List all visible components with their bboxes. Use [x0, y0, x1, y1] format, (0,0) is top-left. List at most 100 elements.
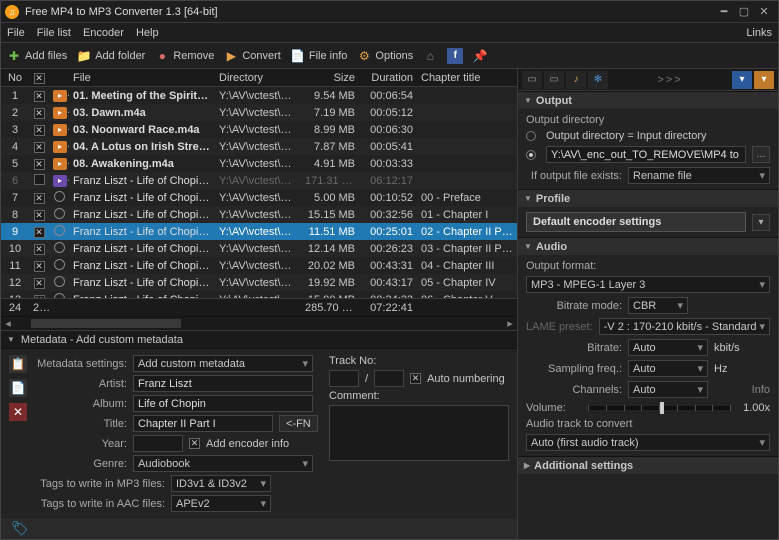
info-link[interactable]: Info: [752, 384, 770, 396]
channels-select[interactable]: Auto: [628, 381, 708, 398]
options-button[interactable]: ⚙Options: [357, 49, 413, 63]
paste-icon[interactable]: 📄: [9, 379, 27, 397]
row-checkbox[interactable]: [34, 278, 45, 289]
close-button[interactable]: ✕: [754, 4, 774, 20]
row-checkbox[interactable]: [34, 108, 45, 119]
scroll-right-icon[interactable]: ▸: [503, 317, 517, 331]
menu-file[interactable]: File: [7, 27, 25, 39]
home-button[interactable]: ⌂: [423, 49, 437, 63]
profile-menu-button[interactable]: ▾: [752, 214, 770, 231]
audio-section-header[interactable]: ▼Audio: [518, 237, 778, 255]
fn-button[interactable]: <-FN: [279, 415, 318, 432]
genre-select[interactable]: Audiobook: [133, 455, 313, 472]
artist-input[interactable]: [133, 375, 313, 392]
volume-slider[interactable]: [588, 406, 731, 410]
table-row[interactable]: 10Franz Liszt - Life of Chopin.m4bY:\AV\…: [1, 240, 517, 257]
panel-btn-orange[interactable]: ▾: [754, 71, 774, 89]
bitrate-mode-select[interactable]: CBR: [628, 297, 688, 314]
row-checkbox[interactable]: [34, 174, 45, 185]
col-check[interactable]: [29, 72, 49, 84]
file-list[interactable]: 1▸01. Meeting of the Spirits.m4aY:\AV\vc…: [1, 87, 517, 298]
row-checkbox[interactable]: [34, 159, 45, 170]
metadata-settings-select[interactable]: Add custom metadata: [133, 355, 313, 372]
col-file[interactable]: File: [69, 72, 215, 84]
custom-dir-radio[interactable]: [526, 150, 536, 160]
music-icon[interactable]: ♪: [566, 71, 586, 89]
album-input[interactable]: [133, 395, 313, 412]
mp3-tags-select[interactable]: ID3v1 & ID3v2: [171, 475, 271, 492]
minimize-button[interactable]: ━: [714, 4, 734, 20]
panel-btn-1[interactable]: ▭: [522, 71, 542, 89]
table-row[interactable]: 4▸04. A Lotus on Irish Streams.m4aY:\AV\…: [1, 138, 517, 155]
remove-button[interactable]: ●Remove: [155, 49, 214, 63]
scroll-left-icon[interactable]: ◂: [1, 317, 15, 331]
settings-icon[interactable]: ✻: [588, 71, 608, 89]
row-checkbox[interactable]: [34, 244, 45, 255]
col-dur[interactable]: Duration: [359, 72, 417, 84]
aac-tags-select[interactable]: APEv2: [171, 495, 271, 512]
browse-button[interactable]: …: [752, 146, 770, 163]
table-row[interactable]: 11Franz Liszt - Life of Chopin.m4bY:\AV\…: [1, 257, 517, 274]
row-checkbox[interactable]: [34, 142, 45, 153]
table-row[interactable]: 6▸Franz Liszt - Life of Chopin.m4bY:\AV\…: [1, 172, 517, 189]
table-row[interactable]: 2▸03. Dawn.m4aY:\AV\vctest\m4a7.19 MB00:…: [1, 104, 517, 121]
title-input[interactable]: [133, 415, 273, 432]
table-row[interactable]: 13Franz Liszt - Life of Chopin.m4bY:\AV\…: [1, 291, 517, 298]
profile-section-header[interactable]: ▼Profile: [518, 189, 778, 207]
menu-help[interactable]: Help: [136, 27, 159, 39]
table-row[interactable]: 5▸08. Awakening.m4aY:\AV\vctest\m4a4.91 …: [1, 155, 517, 172]
metadata-header[interactable]: ▼ Metadata - Add custom metadata: [1, 330, 517, 349]
row-checkbox[interactable]: [34, 210, 45, 221]
panel-btn-2[interactable]: ▭: [544, 71, 564, 89]
menu-encoder[interactable]: Encoder: [83, 27, 124, 39]
convert-button[interactable]: ▶Convert: [224, 49, 281, 63]
facebook-button[interactable]: f: [447, 48, 463, 64]
comment-textarea[interactable]: [329, 405, 509, 461]
audio-track-select[interactable]: Auto (first audio track): [526, 434, 770, 451]
tag-icon[interactable]: 🏷: [7, 516, 33, 539]
row-checkbox[interactable]: [34, 91, 45, 102]
bitrate-select[interactable]: Auto: [628, 339, 708, 356]
table-row[interactable]: 1▸01. Meeting of the Spirits.m4aY:\AV\vc…: [1, 87, 517, 104]
fileinfo-button[interactable]: 📄File info: [291, 49, 348, 63]
output-dir-input[interactable]: [546, 146, 746, 163]
row-checkbox[interactable]: [34, 261, 45, 272]
file-exists-select[interactable]: Rename file: [628, 167, 770, 184]
row-checkbox[interactable]: [34, 125, 45, 136]
pin-button[interactable]: 📌: [473, 49, 487, 63]
year-input[interactable]: [133, 435, 183, 452]
col-dir[interactable]: Directory: [215, 72, 301, 84]
table-row[interactable]: 8Franz Liszt - Life of Chopin.m4bY:\AV\v…: [1, 206, 517, 223]
clear-icon[interactable]: ✕: [9, 403, 27, 421]
table-row[interactable]: 12Franz Liszt - Life of Chopin.m4bY:\AV\…: [1, 274, 517, 291]
auto-numbering-checkbox[interactable]: [410, 373, 421, 384]
output-section-header[interactable]: ▼Output: [518, 91, 778, 109]
additional-section-header[interactable]: ▶Additional settings: [518, 456, 778, 474]
col-no[interactable]: No: [1, 72, 29, 84]
copy-icon[interactable]: 📋: [9, 355, 27, 373]
track-total-input[interactable]: [374, 370, 404, 387]
col-size[interactable]: Size: [301, 72, 359, 84]
track-no-input[interactable]: [329, 370, 359, 387]
panel-btn-blue[interactable]: ▾: [732, 71, 752, 89]
maximize-button[interactable]: ▢: [734, 4, 754, 20]
sampling-freq-select[interactable]: Auto: [628, 360, 708, 377]
encoder-info-checkbox[interactable]: [189, 438, 200, 449]
lame-preset-select[interactable]: -V 2 : 170-210 kbit/s - Standard: [599, 318, 770, 335]
table-row[interactable]: 3▸03. Noonward Race.m4aY:\AV\vctest\m4a8…: [1, 121, 517, 138]
scroll-thumb[interactable]: [31, 319, 181, 328]
col-chapter[interactable]: Chapter title: [417, 72, 517, 84]
output-format-select[interactable]: MP3 - MPEG-1 Layer 3: [526, 276, 770, 293]
horizontal-scrollbar[interactable]: ◂ ▸: [1, 316, 517, 330]
add-files-button[interactable]: ✚Add files: [7, 49, 67, 63]
table-row[interactable]: 7Franz Liszt - Life of Chopin.m4bY:\AV\v…: [1, 189, 517, 206]
add-folder-button[interactable]: 📁Add folder: [77, 49, 145, 63]
profile-value[interactable]: Default encoder settings: [526, 212, 746, 232]
row-checkbox[interactable]: [34, 227, 45, 238]
nav-more[interactable]: >>>: [610, 74, 730, 86]
row-checkbox[interactable]: [34, 193, 45, 204]
table-row[interactable]: 9Franz Liszt - Life of Chopin.m4bY:\AV\v…: [1, 223, 517, 240]
menu-links[interactable]: Links: [746, 27, 772, 39]
menu-filelist[interactable]: File list: [37, 27, 71, 39]
input-dir-radio[interactable]: [526, 131, 536, 141]
